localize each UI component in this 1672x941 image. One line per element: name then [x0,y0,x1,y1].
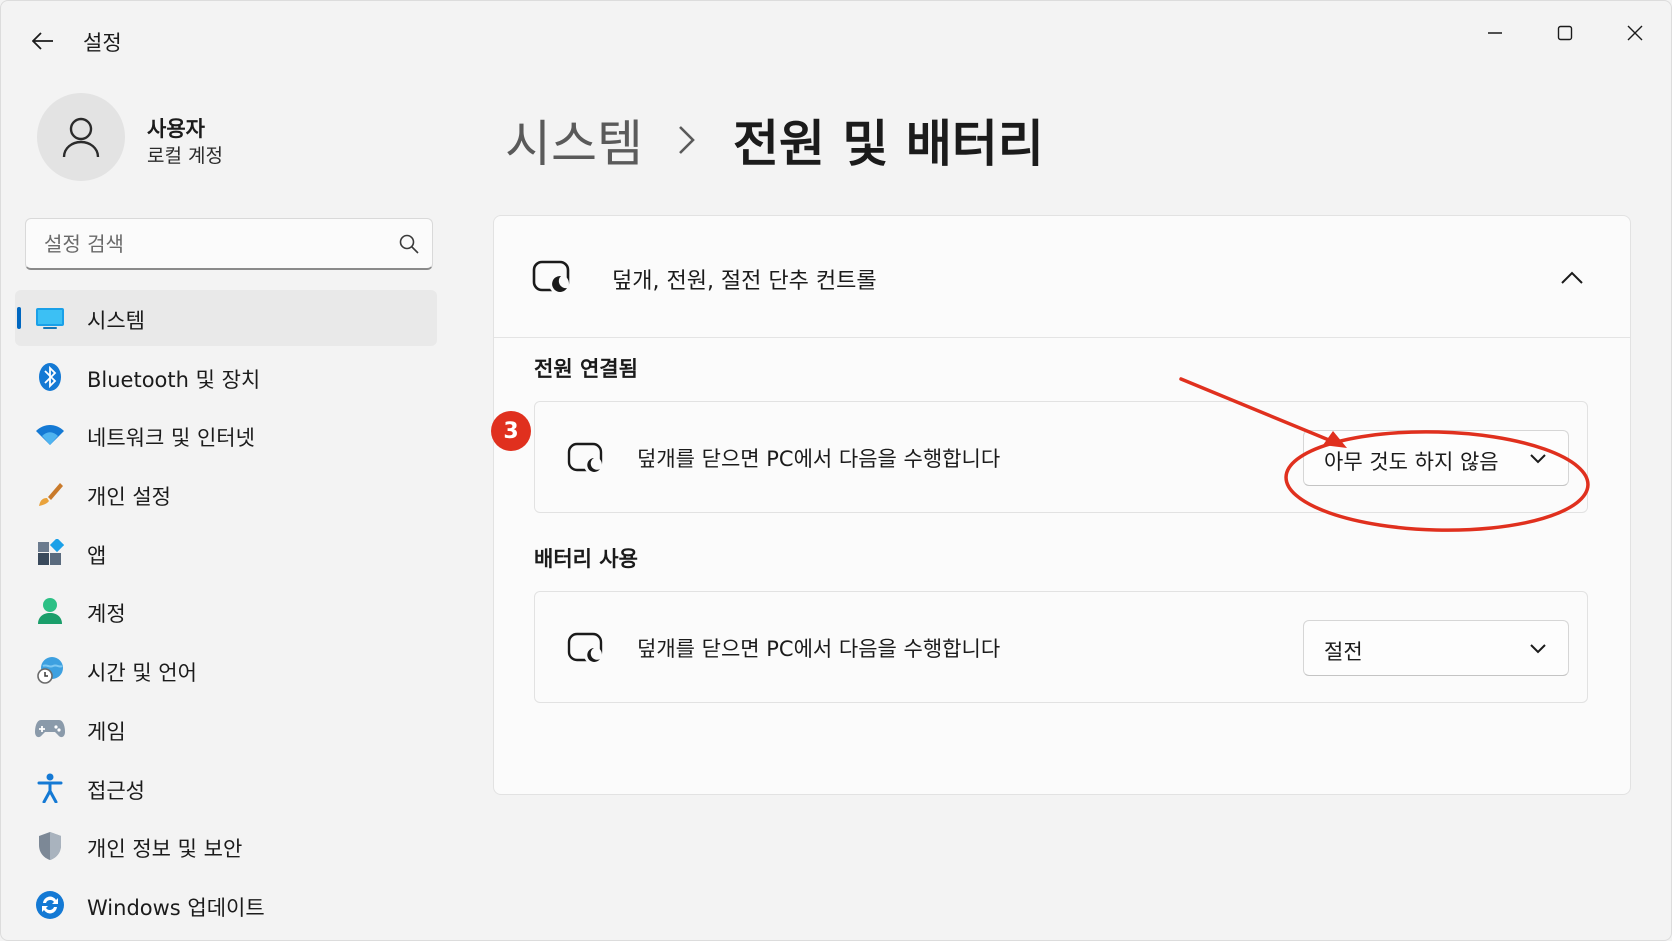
time-language-icon [35,655,65,685]
sidebar-item-bluetooth[interactable]: Bluetooth 및 장치 [15,349,437,405]
chevron-down-icon [1530,644,1546,654]
dropdown-value: 아무 것도 하지 않음 [1324,450,1499,474]
close-button[interactable] [1607,13,1663,53]
wifi-icon [35,420,65,450]
panel-header[interactable]: 덮개, 전원, 절전 단추 컨트롤 [494,216,1630,338]
sidebar-item-network[interactable]: 네트워크 및 인터넷 [15,407,437,463]
lid-action-plugged-in-dropdown[interactable]: 아무 것도 하지 않음 [1303,430,1569,486]
chevron-up-icon[interactable] [1560,266,1584,290]
lid-power-icon [532,260,570,294]
sidebar-item-label: 네트워크 및 인터넷 [87,426,255,451]
sidebar-nav: 시스템 Bluetooth 및 장치 네트워크 및 인터넷 개인 설정 앱 계정… [15,290,437,936]
sidebar-item-system[interactable]: 시스템 [15,290,437,346]
maximize-button[interactable] [1537,13,1593,53]
panel-title: 덮개, 전원, 절전 단추 컨트롤 [612,269,877,294]
sidebar-item-accessibility[interactable]: 접근성 [15,760,437,816]
lid-action-on-battery-dropdown[interactable]: 절전 [1303,620,1569,676]
minimize-button[interactable] [1467,13,1523,53]
sidebar-item-label: 개인 설정 [87,485,171,510]
sidebar-item-label: 시스템 [87,309,145,333]
avatar [37,93,125,181]
arrow-left-icon [32,32,53,50]
close-icon [1627,25,1643,41]
dropdown-value: 절전 [1324,640,1363,664]
windows-update-icon [35,890,65,920]
step-number-badge: 3 [491,411,531,451]
sidebar-item-label: Bluetooth 및 장치 [87,367,261,392]
user-card[interactable]: 사용자 로컬 계정 [37,93,457,183]
search-icon[interactable] [398,233,420,255]
sidebar-item-privacy[interactable]: 개인 정보 및 보안 [15,818,437,874]
page-title: 전원 및 배터리 [733,115,1044,173]
chevron-right-icon [677,123,699,157]
lid-action-label: 덮개를 닫으면 PC에서 다음을 수행합니다 [637,447,1001,471]
minimize-icon [1488,32,1502,34]
sidebar-item-label: 앱 [87,543,107,568]
sidebar-item-apps[interactable]: 앱 [15,525,437,581]
active-indicator [17,307,21,329]
gamepad-icon [35,714,65,744]
sidebar-item-windows-update[interactable]: Windows 업데이트 [15,877,437,933]
sidebar-item-label: 접근성 [87,778,145,803]
breadcrumb: 시스템 전원 및 배터리 [505,105,1044,175]
sidebar-item-label: 개인 정보 및 보안 [87,837,243,862]
account-type: 로컬 계정 [147,145,223,167]
paint-brush-icon [35,479,65,509]
section-label-plugged-in: 전원 연결됨 [534,357,638,381]
user-name: 사용자 [147,117,205,141]
sidebar-item-label: 시간 및 언어 [87,661,197,686]
lid-action-label: 덮개를 닫으면 PC에서 다음을 수행합니다 [637,637,1001,661]
title-bar: 설정 [1,1,1671,77]
sidebar-item-label: 게임 [87,719,126,744]
lid-power-icon [567,442,603,474]
back-button[interactable] [27,25,59,57]
system-icon [35,303,65,333]
settings-search [25,218,433,270]
lid-action-plugged-in-row: 덮개를 닫으면 PC에서 다음을 수행합니다 아무 것도 하지 않음 [534,401,1588,513]
apps-icon [35,538,65,568]
person-icon [62,117,100,158]
settings-window: 설정 사용자 로컬 계정 시스템 [0,0,1672,941]
sidebar-item-accounts[interactable]: 계정 [15,583,437,639]
maximize-icon [1557,25,1573,41]
sidebar-item-label: Windows 업데이트 [87,895,265,920]
chevron-down-icon [1530,454,1546,464]
shield-icon [35,831,65,861]
lid-power-sleep-panel: 덮개, 전원, 절전 단추 컨트롤 전원 연결됨 덮개를 닫으면 PC에서 다음… [493,215,1631,795]
lid-power-icon [567,632,603,664]
accessibility-icon [35,773,65,803]
breadcrumb-parent[interactable]: 시스템 [505,104,643,176]
sidebar-item-label: 계정 [87,602,126,627]
bluetooth-icon [35,362,65,392]
account-icon [35,596,65,626]
sidebar-item-gaming[interactable]: 게임 [15,701,437,757]
lid-action-on-battery-row: 덮개를 닫으면 PC에서 다음을 수행합니다 절전 [534,591,1588,703]
section-label-on-battery: 배터리 사용 [534,547,638,571]
sidebar-item-personalization[interactable]: 개인 설정 [15,466,437,522]
app-title: 설정 [83,31,122,55]
sidebar-item-time-language[interactable]: 시간 및 언어 [15,642,437,698]
search-input[interactable] [44,229,384,259]
